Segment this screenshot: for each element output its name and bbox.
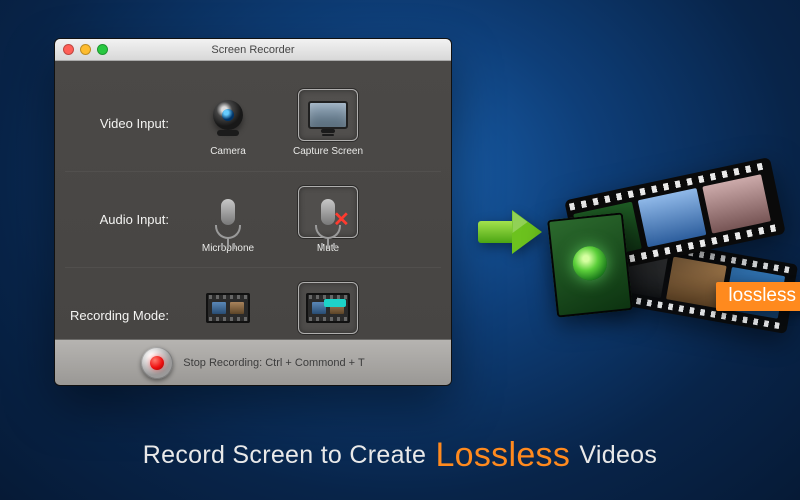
- arrow-right-icon: [478, 210, 548, 254]
- video-option-capture-screen[interactable]: Capture Screen: [289, 89, 367, 157]
- video-input-row: Video Input: Camera Capture Screen: [65, 75, 441, 171]
- record-icon: [150, 356, 164, 370]
- poster-thumb: [547, 212, 633, 317]
- film-icon: [206, 293, 250, 323]
- microphone-icon: [221, 199, 235, 225]
- stop-recording-hint: Stop Recording: Ctrl + Commond + T: [183, 357, 364, 369]
- film-lossless-icon: [306, 293, 350, 323]
- recording-mode-label: Recording Mode:: [65, 308, 183, 323]
- window-titlebar: Screen Recorder: [55, 39, 451, 61]
- monitor-icon: [308, 101, 348, 129]
- window-close-button[interactable]: [63, 44, 74, 55]
- video-input-label: Video Input:: [65, 116, 183, 131]
- audio-option-mute[interactable]: ✕ Mute: [289, 186, 367, 254]
- video-option-capture-label: Capture Screen: [293, 146, 363, 157]
- lossless-badge: lossless: [716, 282, 800, 311]
- audio-option-microphone[interactable]: Microphone: [189, 186, 267, 254]
- tagline-post: Videos: [572, 441, 657, 469]
- window-zoom-button[interactable]: [97, 44, 108, 55]
- audio-input-label: Audio Input:: [65, 212, 183, 227]
- record-footer: Stop Recording: Ctrl + Commond + T: [55, 339, 451, 385]
- audio-input-row: Audio Input: Microphone ✕ Mute: [65, 171, 441, 267]
- window-title: Screen Recorder: [55, 44, 451, 56]
- record-button[interactable]: [141, 347, 173, 379]
- audio-option-mute-label: Mute: [317, 243, 339, 254]
- tagline-em: Lossless: [433, 436, 572, 474]
- video-option-camera[interactable]: Camera: [189, 89, 267, 157]
- window-minimize-button[interactable]: [80, 44, 91, 55]
- screen-recorder-window: Screen Recorder Video Input: Camera Capt…: [54, 38, 452, 386]
- microphone-mute-icon: ✕: [321, 199, 335, 225]
- tagline-pre: Record Screen to Create: [143, 441, 434, 469]
- filmstrip-graphic: lossless: [554, 170, 794, 350]
- audio-option-microphone-label: Microphone: [202, 243, 254, 254]
- marketing-tagline: Record Screen to Create Lossless Videos: [0, 433, 800, 472]
- video-option-camera-label: Camera: [210, 146, 246, 157]
- mute-x-icon: ✕: [333, 213, 349, 229]
- camera-icon: [213, 100, 243, 130]
- settings-panel: Video Input: Camera Capture Screen Audio…: [55, 61, 451, 339]
